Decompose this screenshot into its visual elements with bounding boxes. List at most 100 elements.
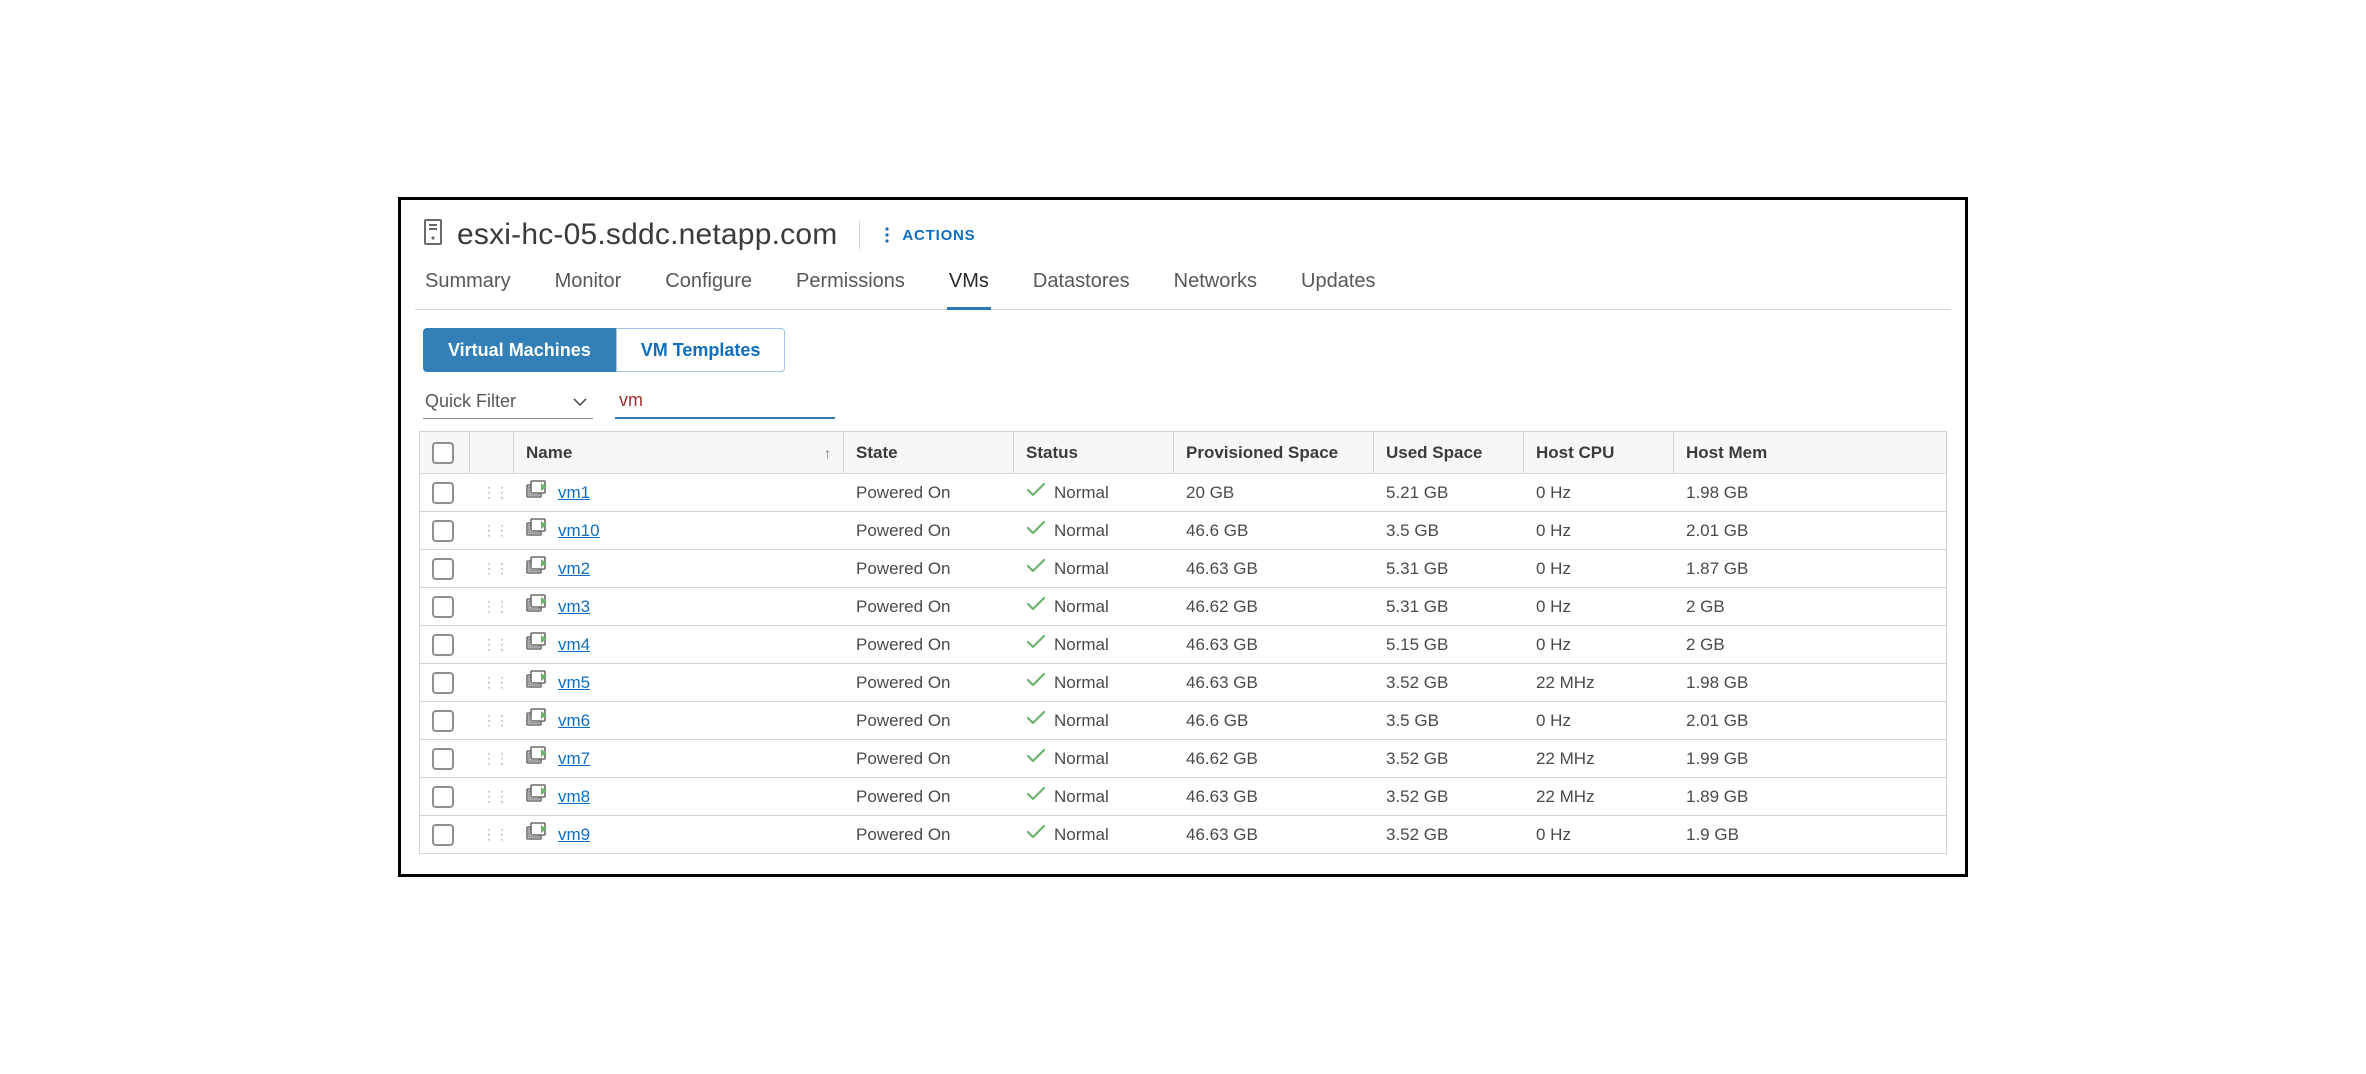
row-drag-handle[interactable]: ⋮⋮ <box>470 588 514 625</box>
tab-networks[interactable]: Networks <box>1172 270 1259 310</box>
tab-vms[interactable]: VMs <box>947 270 991 310</box>
cell-status: Normal <box>1014 474 1174 511</box>
vm-link[interactable]: vm3 <box>558 597 590 617</box>
row-select[interactable] <box>420 474 470 511</box>
tab-updates[interactable]: Updates <box>1299 270 1378 310</box>
status-text: Normal <box>1054 749 1109 769</box>
tab-datastores[interactable]: Datastores <box>1031 270 1132 310</box>
row-drag-handle[interactable]: ⋮⋮ <box>470 702 514 739</box>
row-checkbox[interactable] <box>432 710 454 732</box>
cell-state: Powered On <box>844 816 1014 853</box>
row-drag-handle[interactable]: ⋮⋮ <box>470 740 514 777</box>
row-checkbox[interactable] <box>432 558 454 580</box>
col-used[interactable]: Used Space <box>1374 432 1524 473</box>
row-select[interactable] <box>420 778 470 815</box>
col-mem[interactable]: Host Mem <box>1674 432 1854 473</box>
status-ok-icon <box>1026 558 1046 579</box>
row-checkbox[interactable] <box>432 748 454 770</box>
drag-icon: ⋮⋮ <box>482 484 508 501</box>
status-ok-icon <box>1026 520 1046 541</box>
col-name-label: Name <box>526 443 572 463</box>
row-drag-handle[interactable]: ⋮⋮ <box>470 512 514 549</box>
col-select-all[interactable] <box>420 432 470 473</box>
table-row[interactable]: ⋮⋮vm1Powered OnNormal20 GB5.21 GB0 Hz1.9… <box>420 474 1946 512</box>
table-row[interactable]: ⋮⋮vm7Powered OnNormal46.62 GB3.52 GB22 M… <box>420 740 1946 778</box>
tab-configure[interactable]: Configure <box>663 270 754 310</box>
vm-link[interactable]: vm1 <box>558 483 590 503</box>
cell-provisioned: 46.6 GB <box>1174 702 1374 739</box>
status-ok-icon <box>1026 672 1046 693</box>
cell-provisioned: 46.62 GB <box>1174 588 1374 625</box>
vm-link[interactable]: vm7 <box>558 749 590 769</box>
vm-link[interactable]: vm10 <box>558 521 600 541</box>
row-checkbox[interactable] <box>432 634 454 656</box>
status-text: Normal <box>1054 711 1109 731</box>
row-select[interactable] <box>420 588 470 625</box>
drag-icon: ⋮⋮ <box>482 788 508 805</box>
table-row[interactable]: ⋮⋮vm3Powered OnNormal46.62 GB5.31 GB0 Hz… <box>420 588 1946 626</box>
cell-mem: 1.87 GB <box>1674 550 1854 587</box>
row-select[interactable] <box>420 550 470 587</box>
row-select[interactable] <box>420 702 470 739</box>
vm-link[interactable]: vm6 <box>558 711 590 731</box>
tab-monitor[interactable]: Monitor <box>553 270 624 310</box>
tab-summary[interactable]: Summary <box>423 270 513 310</box>
col-name[interactable]: Name ↑ <box>514 432 844 473</box>
row-drag-handle[interactable]: ⋮⋮ <box>470 778 514 815</box>
row-select[interactable] <box>420 512 470 549</box>
drag-icon: ⋮⋮ <box>482 598 508 615</box>
search-input[interactable] <box>615 390 835 419</box>
table-row[interactable]: ⋮⋮vm4Powered OnNormal46.63 GB5.15 GB0 Hz… <box>420 626 1946 664</box>
cell-name: vm4 <box>514 626 844 663</box>
row-drag-handle[interactable]: ⋮⋮ <box>470 816 514 853</box>
row-drag-handle[interactable]: ⋮⋮ <box>470 664 514 701</box>
cell-state: Powered On <box>844 778 1014 815</box>
vm-icon <box>526 480 548 505</box>
cell-name: vm7 <box>514 740 844 777</box>
row-drag-handle[interactable]: ⋮⋮ <box>470 474 514 511</box>
row-select[interactable] <box>420 626 470 663</box>
row-checkbox[interactable] <box>432 520 454 542</box>
cell-status: Normal <box>1014 626 1174 663</box>
row-drag-handle[interactable]: ⋮⋮ <box>470 550 514 587</box>
sort-asc-icon: ↑ <box>824 445 831 461</box>
vm-icon <box>526 518 548 543</box>
col-state[interactable]: State <box>844 432 1014 473</box>
table-row[interactable]: ⋮⋮vm9Powered OnNormal46.63 GB3.52 GB0 Hz… <box>420 816 1946 854</box>
select-all-checkbox[interactable] <box>432 442 454 464</box>
row-checkbox[interactable] <box>432 824 454 846</box>
quick-filter-dropdown[interactable]: Quick Filter <box>423 391 593 419</box>
cell-mem: 1.98 GB <box>1674 664 1854 701</box>
table-row[interactable]: ⋮⋮vm6Powered OnNormal46.6 GB3.5 GB0 Hz2.… <box>420 702 1946 740</box>
row-select[interactable] <box>420 664 470 701</box>
cell-name: vm6 <box>514 702 844 739</box>
actions-menu[interactable]: ACTIONS <box>882 226 975 244</box>
row-checkbox[interactable] <box>432 482 454 504</box>
table-row[interactable]: ⋮⋮vm10Powered OnNormal46.6 GB3.5 GB0 Hz2… <box>420 512 1946 550</box>
vm-link[interactable]: vm8 <box>558 787 590 807</box>
vm-link[interactable]: vm2 <box>558 559 590 579</box>
vm-icon <box>526 632 548 657</box>
subtab-vm-templates[interactable]: VM Templates <box>616 328 786 372</box>
vm-link[interactable]: vm5 <box>558 673 590 693</box>
vm-link[interactable]: vm9 <box>558 825 590 845</box>
col-status[interactable]: Status <box>1014 432 1174 473</box>
cell-used: 5.31 GB <box>1374 550 1524 587</box>
table-row[interactable]: ⋮⋮vm2Powered OnNormal46.63 GB5.31 GB0 Hz… <box>420 550 1946 588</box>
row-select[interactable] <box>420 740 470 777</box>
cell-provisioned: 46.6 GB <box>1174 512 1374 549</box>
status-ok-icon <box>1026 634 1046 655</box>
row-checkbox[interactable] <box>432 672 454 694</box>
table-row[interactable]: ⋮⋮vm8Powered OnNormal46.63 GB3.52 GB22 M… <box>420 778 1946 816</box>
table-row[interactable]: ⋮⋮vm5Powered OnNormal46.63 GB3.52 GB22 M… <box>420 664 1946 702</box>
tab-permissions[interactable]: Permissions <box>794 270 907 310</box>
drag-icon: ⋮⋮ <box>482 712 508 729</box>
row-checkbox[interactable] <box>432 596 454 618</box>
row-drag-handle[interactable]: ⋮⋮ <box>470 626 514 663</box>
row-checkbox[interactable] <box>432 786 454 808</box>
col-provisioned[interactable]: Provisioned Space <box>1174 432 1374 473</box>
subtab-virtual-machines[interactable]: Virtual Machines <box>423 328 616 372</box>
col-cpu[interactable]: Host CPU <box>1524 432 1674 473</box>
vm-link[interactable]: vm4 <box>558 635 590 655</box>
row-select[interactable] <box>420 816 470 853</box>
